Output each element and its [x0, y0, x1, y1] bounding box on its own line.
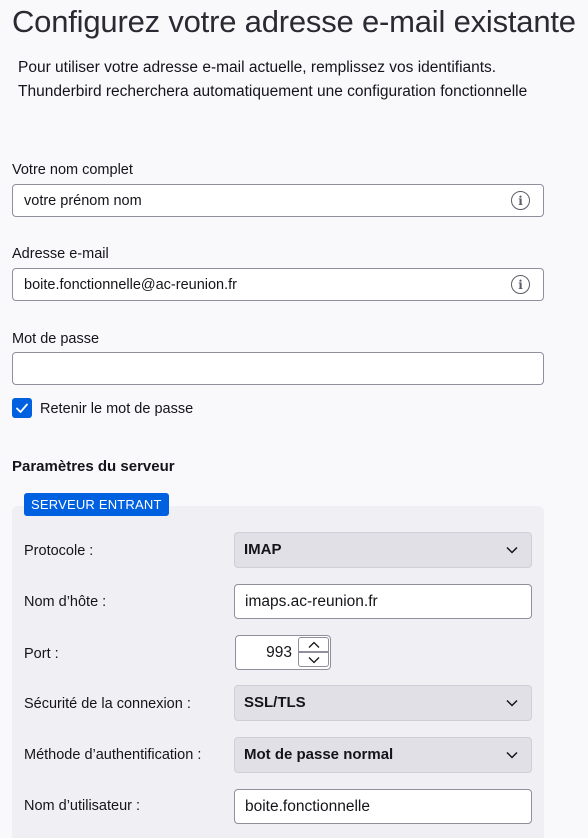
port-input[interactable] [236, 636, 298, 669]
info-icon[interactable]: i [511, 275, 530, 294]
auth-method-select[interactable]: Mot de passe normal [234, 737, 532, 773]
account-setup-page: Configurez votre adresse e-mail existant… [0, 0, 588, 838]
protocol-value: IMAP [244, 541, 282, 558]
chevron-down-icon [308, 656, 319, 663]
connection-security-select[interactable]: SSL/TLS [234, 685, 532, 721]
password-label: Mot de passe [12, 331, 100, 347]
port-stepper [235, 635, 331, 670]
port-increment-button[interactable] [298, 637, 329, 652]
remember-password-label[interactable]: Retenir le mot de passe [40, 401, 193, 417]
email-label: Adresse e-mail [12, 246, 109, 262]
checkmark-icon [16, 403, 28, 413]
remember-password-checkbox[interactable] [12, 398, 32, 418]
page-title: Configurez votre adresse e-mail existant… [12, 4, 576, 39]
subtitle-line-1: Pour utiliser votre adresse e-mail actue… [18, 59, 497, 76]
protocol-label: Protocole : [24, 543, 94, 559]
subtitle-line-2: Thunderbird recherchera automatiquement … [18, 83, 528, 100]
info-icon[interactable]: i [511, 191, 530, 210]
password-input[interactable] [12, 352, 544, 385]
port-label: Port : [24, 646, 59, 662]
chevron-up-icon [308, 641, 319, 648]
email-input[interactable] [12, 268, 544, 301]
incoming-server-badge: SERVEUR ENTRANT [24, 493, 169, 516]
chevron-down-icon [506, 699, 518, 707]
username-label: Nom d’utilisateur : [24, 798, 141, 814]
hostname-input[interactable] [234, 584, 532, 619]
chevron-down-icon [506, 751, 518, 759]
connection-security-value: SSL/TLS [244, 694, 306, 711]
server-settings-heading: Paramètres du serveur [12, 458, 175, 475]
full-name-label: Votre nom complet [12, 162, 133, 178]
full-name-input[interactable] [12, 184, 544, 217]
port-decrement-button[interactable] [298, 652, 329, 667]
username-input[interactable] [234, 789, 532, 824]
protocol-select[interactable]: IMAP [234, 532, 532, 568]
auth-method-value: Mot de passe normal [244, 746, 394, 763]
hostname-label: Nom d’hôte : [24, 594, 107, 610]
chevron-down-icon [506, 546, 518, 554]
auth-method-label: Méthode d’authentification : [24, 747, 202, 763]
connection-security-label: Sécurité de la connexion : [24, 696, 191, 712]
page-subtitle: Pour utiliser votre adresse e-mail actue… [18, 56, 583, 104]
